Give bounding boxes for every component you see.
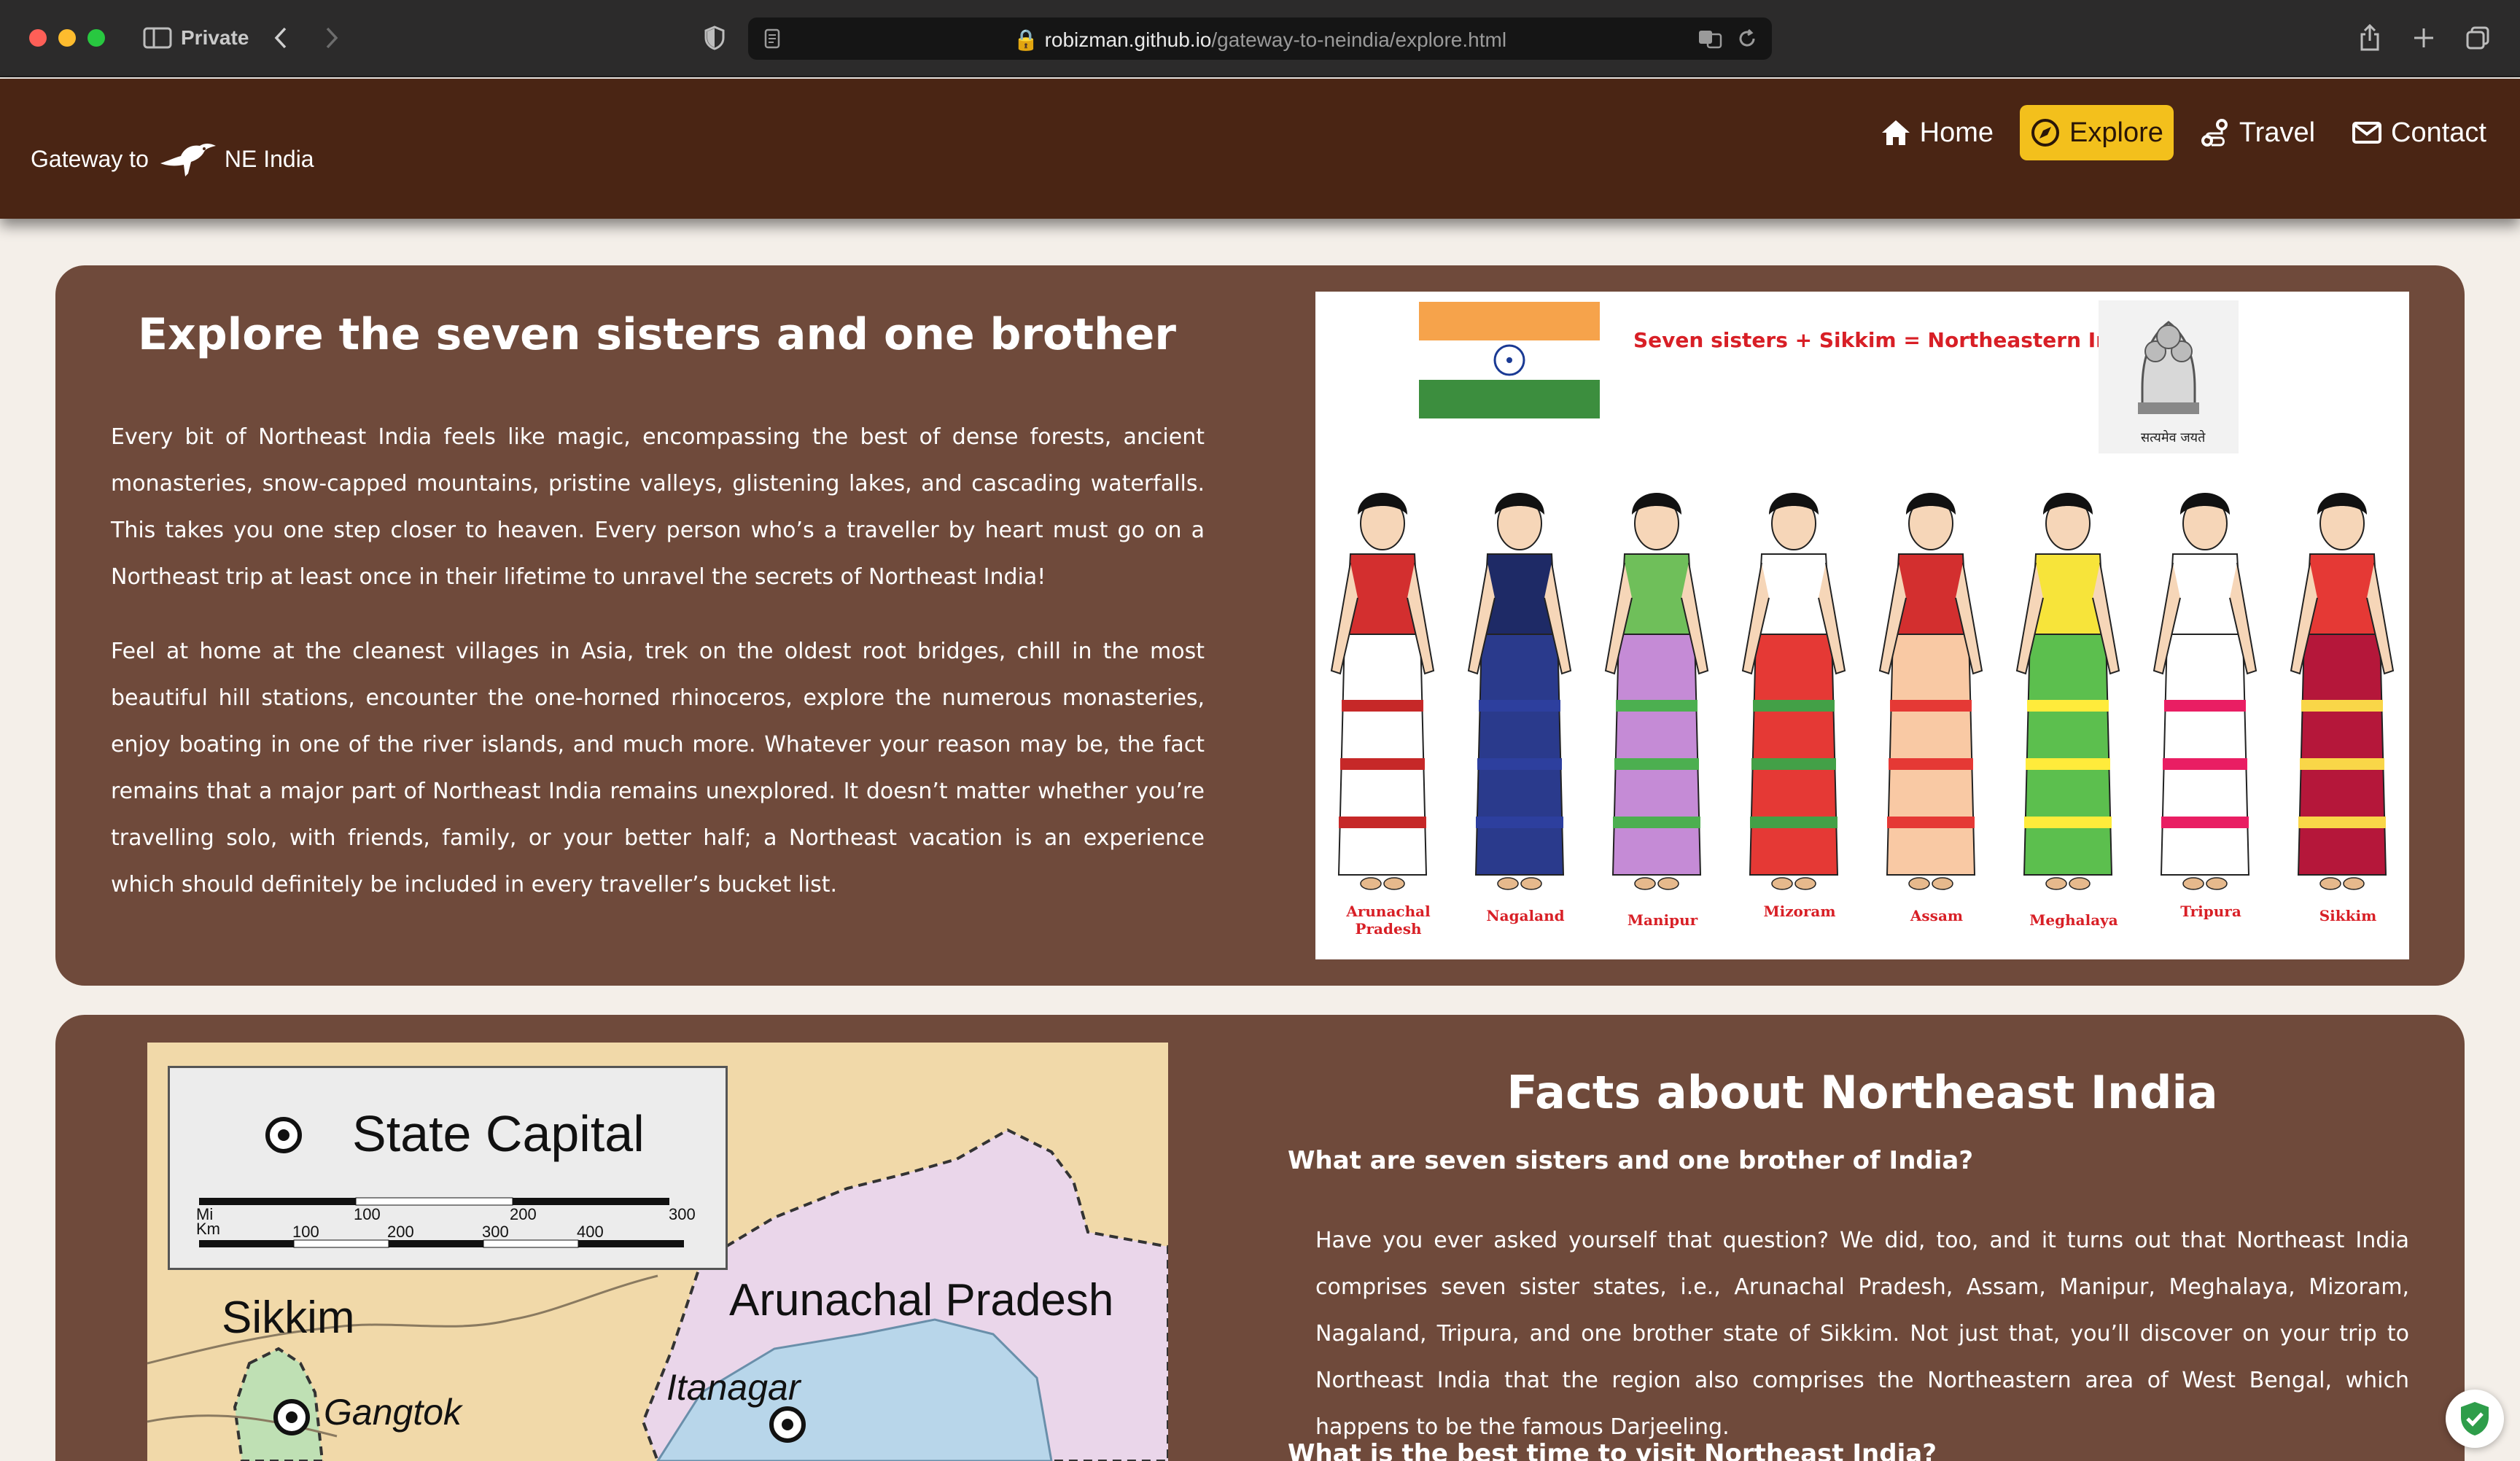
scale-km-tick: 400 — [577, 1223, 604, 1241]
nav-explore-label: Explore — [2069, 117, 2163, 148]
state-figure — [2290, 493, 2395, 890]
explore-paragraph-2: Feel at home at the cleanest villages in… — [111, 639, 1205, 897]
gangtok-marker-icon — [273, 1399, 310, 1435]
brand-suffix: NE India — [224, 145, 314, 172]
state-label: Tripura — [2180, 903, 2241, 920]
scale-km-tick: 200 — [387, 1223, 414, 1241]
state-capital-marker-icon — [265, 1117, 302, 1153]
scale-bar — [199, 1197, 684, 1248]
browser-toolbar: Private 🔒 robizman.github.io/gateway-to-… — [0, 0, 2520, 77]
url-text: 🔒 robizman.github.io/gateway-to-neindia/… — [748, 28, 1772, 52]
northeast-map: State Capital Mi Km 100 200 300 100 200 … — [147, 1043, 1168, 1461]
state-label: Mizoram — [1763, 903, 1836, 920]
scale-km-tick: 100 — [292, 1223, 319, 1241]
facts-question-1: What are seven sisters and one brother o… — [1288, 1146, 1974, 1175]
state-figure — [1330, 493, 1435, 890]
zoom-window-button[interactable] — [88, 29, 105, 47]
state-figure — [2015, 493, 2120, 890]
translate-icon[interactable] — [1696, 21, 1725, 56]
brand-prefix: Gateway to — [31, 145, 149, 172]
private-browsing-label: Private — [181, 26, 249, 49]
privacy-shield-icon[interactable] — [701, 20, 728, 55]
state-figure — [1604, 493, 1709, 890]
seven-sisters-illustration: Seven sisters + Sikkim = Northeastern In… — [1315, 292, 2409, 959]
legend-title: State Capital — [352, 1105, 645, 1162]
scale-mi-tick: 200 — [510, 1205, 537, 1223]
scale-km-label: Km — [196, 1220, 220, 1238]
sidebar-icon[interactable] — [141, 20, 174, 55]
envelope-icon — [2352, 122, 2382, 144]
map-label-gangtok: Gangtok — [324, 1392, 462, 1433]
state-label: Meghalaya — [2029, 911, 2118, 929]
reload-icon[interactable] — [1734, 21, 1760, 56]
facts-question-2: What is the best time to visit Northeast… — [1288, 1439, 1937, 1461]
nav-contact-label: Contact — [2391, 117, 2486, 148]
facts-title: Facts about Northeast India — [1506, 1066, 2218, 1119]
compass-icon — [2031, 119, 2060, 147]
site-brand[interactable]: Gateway to NE India — [31, 139, 314, 179]
state-label: Sikkim — [2319, 907, 2377, 924]
nav-home-label: Home — [1919, 117, 1994, 148]
state-label: Nagaland — [1486, 907, 1565, 924]
nav-home[interactable]: Home — [1870, 105, 2004, 160]
nav-travel[interactable]: Travel — [2190, 105, 2325, 160]
map-label-itanagar: Itanagar — [666, 1367, 801, 1408]
route-icon — [2201, 119, 2228, 147]
security-shield-icon[interactable] — [2446, 1390, 2504, 1448]
map-legend: State Capital Mi Km 100 200 300 100 200 … — [168, 1066, 728, 1270]
scale-mi-tick: 300 — [669, 1205, 696, 1223]
url-path: /gateway-to-neindia/explore.html — [1211, 28, 1507, 51]
state-figure — [1741, 493, 1846, 890]
hornbill-logo-icon — [160, 144, 216, 176]
tab-overview-icon[interactable] — [2465, 20, 2491, 55]
explore-paragraph-1: Every bit of Northeast India feels like … — [111, 424, 1205, 590]
url-host: robizman.github.io — [1044, 28, 1212, 51]
lock-icon: 🔒 — [1013, 28, 1039, 51]
explore-title: Explore the seven sisters and one brothe… — [138, 309, 1176, 360]
new-tab-icon[interactable] — [2411, 20, 2437, 55]
state-figure — [1878, 493, 1983, 890]
address-bar[interactable]: 🔒 robizman.github.io/gateway-to-neindia/… — [748, 17, 1772, 60]
scale-mi-tick: 100 — [354, 1205, 381, 1223]
nav-contact[interactable]: Contact — [2341, 105, 2497, 160]
state-figure — [1467, 493, 1572, 890]
facts-answer-1: Have you ever asked yourself that questi… — [1315, 1228, 2409, 1440]
minimize-window-button[interactable] — [58, 29, 76, 47]
map-label-arunachal: Arunachal Pradesh — [729, 1275, 1114, 1325]
scale-km-tick: 300 — [482, 1223, 509, 1241]
map-label-sikkim: Sikkim — [222, 1293, 355, 1343]
state-label: Assam — [1910, 907, 1964, 924]
state-label: Manipur — [1627, 911, 1698, 929]
back-icon[interactable] — [270, 20, 292, 55]
nav-explore[interactable]: Explore — [2020, 105, 2174, 160]
state-label: Arunachal Pradesh — [1346, 903, 1431, 938]
forward-icon[interactable] — [321, 20, 343, 55]
state-figures — [1330, 493, 2395, 890]
share-icon[interactable] — [2357, 20, 2383, 55]
home-icon — [1881, 120, 1910, 145]
main-nav: Home Explore Travel Contact — [1870, 105, 2497, 160]
itanagar-marker-icon — [769, 1406, 806, 1443]
state-figure — [2152, 493, 2258, 890]
nav-travel-label: Travel — [2239, 117, 2316, 148]
close-window-button[interactable] — [29, 29, 47, 47]
